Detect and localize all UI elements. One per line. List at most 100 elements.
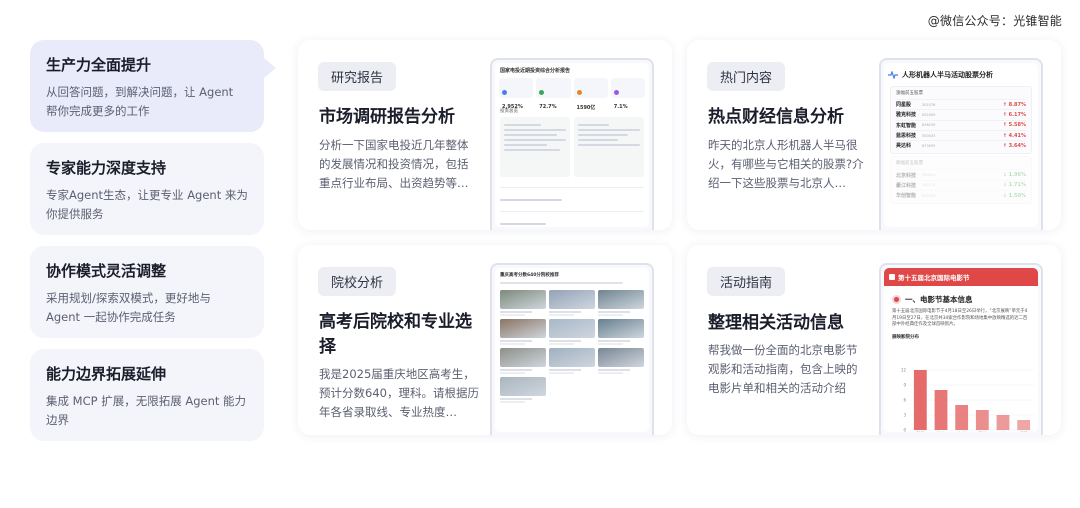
stock-change: ↑ 6.17% [1002,111,1026,118]
stock-code: 002409 [922,112,936,117]
bar-西城 [975,410,989,430]
campus-photo [500,377,546,396]
preview-title: 人形机器人半马活动股票分析 [902,71,993,79]
stock-name: 豪江科技 [896,182,917,189]
stock-name: 昊达科 [896,143,912,150]
stat-tile: 7.1% [610,78,645,110]
divider [500,211,644,217]
stock-preview: 人形机器人半马活动股票分析 涨幅前五股票 同星股 301076 ↑ 8.87% 雅克科… [879,58,1043,230]
nav-item-title: 协作模式灵活调整 [46,262,167,280]
card-title: 热点财经信息分析 [708,107,844,127]
stock-code: 301170 [922,183,936,188]
campus-card [549,290,595,316]
stock-change: ↑ 8.87% [1002,101,1026,108]
stock-name: 华创智能 [896,193,917,200]
bar-东城 [955,405,969,430]
campus-card [598,290,644,316]
stock-code: 002229 [922,193,936,198]
card-tag: 院校分析 [318,267,397,296]
text-line [500,223,547,225]
panel-subtitle: 跌幅前五股票 [896,161,923,167]
x-tick-label: 朝阳 [917,431,925,432]
campus-card [500,319,546,345]
stock-row: 豪江科技 301170 ↓ 1.71% [896,179,1026,190]
bar-海淀 [934,390,948,430]
nav-item-title: 专家能力深度支持 [46,159,167,177]
stock-row: 同星股 301076 ↑ 8.87% [896,99,1026,109]
stock-row: 东虹智能 836239 ↑ 5.58% [896,119,1026,130]
stock-change: ↓ 1.71% [1002,182,1026,189]
summary-box [574,117,644,177]
card-college-analysis[interactable]: 院校分析 高考后院校和专业选择 我是2025届重庆地区高考生，预计分数640，理… [298,245,672,435]
stock-name: 蓝思科技 [896,133,917,140]
chart-label: 展映影院分布 [892,334,919,340]
nav-item-productivity[interactable]: 生产力全面提升 从回答问题，到解决问题，让 Agent 帮你完成更多的工作 [30,40,276,132]
stock-change: ↓ 1.96% [1002,172,1026,179]
stock-row: 蓝思科技 300433 ↑ 4.41% [896,129,1026,140]
card-title: 整理相关活动信息 [708,313,844,333]
x-tick-label: 海淀 [937,431,945,432]
summary-box [500,117,570,177]
stock-name: 北京科技 [896,172,917,179]
campus-photo-grid [495,286,649,407]
bar-怀柔 [1017,420,1031,430]
campus-photo [500,348,546,367]
stock-change: ↑ 3.64% [1002,142,1026,149]
stat-value: 7.1% [613,104,628,110]
nav-item-extension[interactable]: 能力边界拓展延伸 集成 MCP 扩展，无限拓展 Agent 能力边界 [30,349,264,441]
preview-header: 第十五届北京国际电影节 [884,268,1038,286]
campus-card [549,319,595,345]
campus-photo [549,290,595,309]
nav-item-collaboration[interactable]: 协作模式灵活调整 采用规划/探索双模式，更好地与 Agent 一起协作完成任务 [30,246,264,338]
x-tick-label: 怀柔 [1020,431,1028,432]
stock-row: 北京科技 300014 ↓ 1.96% [896,169,1026,179]
bar-丰台 [996,415,1010,430]
panel-subtitle: 涨幅前五股票 [896,91,923,96]
stock-row: 华创智能 002229 ↓ 1.50% [896,190,1026,200]
text-line [500,282,624,284]
campus-card [598,319,644,345]
stat-dot-icon [539,90,545,95]
stock-change: ↓ 1.50% [1002,192,1026,199]
nav-item-desc: 采用规划/探索双模式，更好地与 Agent 一起协作完成任务 [46,291,211,324]
preview-title: 国家电投近期投资综合分析报告 [500,68,571,74]
preview-title: 第十五届北京国际电影节 [898,274,970,282]
card-desc: 帮我做一份全面的北京电影节观影和活动指南，包含上映的电影片单和相关的活动介绍 [708,343,858,395]
stock-row: 昊达科 873593 ↑ 3.64% [896,140,1026,150]
nav-item-desc: 从回答问题，到解决问题，让 Agent 帮你完成更多的工作 [46,85,234,118]
stat-tile: 72.7% [536,78,571,110]
y-tick-label: 3 [903,413,906,418]
stock-code: 300014 [922,173,936,178]
section-title: 一、电影节基本信息 [905,295,973,304]
card-hot-content[interactable]: 热门内容 热点财经信息分析 昨天的北京人形机器人半马很火，有哪些与它相关的股票?… [687,40,1061,230]
card-research-report[interactable]: 研究报告 市场调研报告分析 分析一下国家电投近几年整体的发展情况和投资情况，包括… [298,40,672,230]
campus-card [500,377,546,403]
gainers-panel: 涨幅前五股票 同星股 301076 ↑ 8.87% 雅克科技 002409 ↑ 6.17%… [890,86,1032,155]
stock-code: 301076 [922,102,936,107]
stock-name: 东虹智能 [896,122,917,129]
card-event-guide[interactable]: 活动指南 整理相关活动信息 帮我做一份全面的北京电影节观影和活动指南，包含上映的… [687,245,1061,435]
y-tick-label: 9 [903,383,906,388]
campus-card [500,290,546,316]
y-tick-label: 12 [901,368,907,373]
campus-photo [598,319,644,338]
y-tick-label: 6 [903,398,906,403]
x-tick-label: 丰台 [999,431,1007,432]
nav-item-desc: 集成 MCP 扩展，无限拓展 Agent 能力边界 [46,394,247,427]
card-desc: 分析一下国家电投近几年整体的发展情况和投资情况，包括重点行业布局、出资趋势等… [319,138,469,190]
watermark: @微信公众号：光锥智能 [927,14,1062,28]
losers-panel: 跌幅前五股票 北京科技 300014 ↓ 1.96% 豪江科技 301170 ↓ 1.71… [890,156,1032,205]
stock-name: 同星股 [896,102,912,109]
stock-code: 836239 [922,123,936,128]
card-desc: 昨天的北京人形机器人半马很火，有哪些与它相关的股票?介绍一下这些股票与北京人… [708,138,864,190]
stat-dot-icon [613,90,619,95]
stat-value: 1590亿 [576,105,596,111]
stat-dot-icon [502,90,507,95]
nav-item-expert[interactable]: 专家能力深度支持 专家Agent生态，让更专业 Agent 来为你提供服务 [30,143,264,235]
college-preview: 重庆高考分数640分院校推荐 [490,263,654,435]
stock-change: ↑ 4.41% [1002,132,1026,139]
card-desc: 我是2025届重庆地区高考生，预计分数640，理科。请根据历年各省录取线、专业热… [319,367,479,419]
festival-logo-icon [889,274,895,280]
campus-photo [500,319,546,338]
campus-photo [500,290,546,309]
